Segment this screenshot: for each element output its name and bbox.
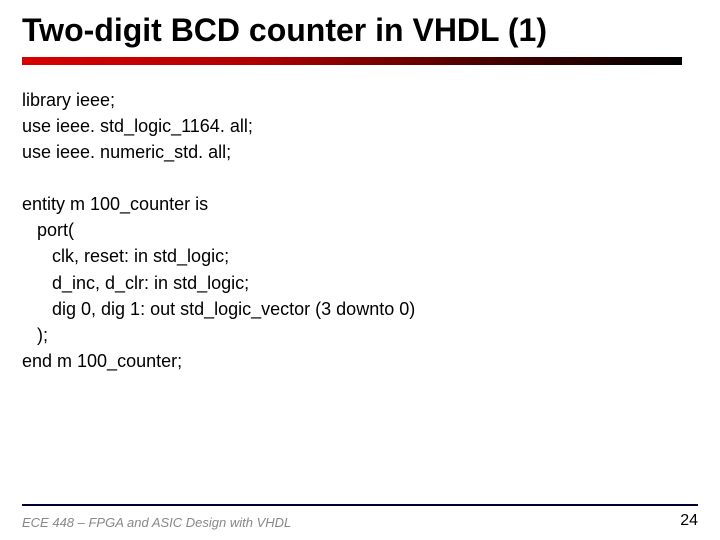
code-line: clk, reset: in std_logic; (22, 243, 698, 269)
code-block: library ieee; use ieee. std_logic_1164. … (22, 87, 698, 374)
code-line: dig 0, dig 1: out std_logic_vector (3 do… (22, 296, 698, 322)
footer-text: ECE 448 – FPGA and ASIC Design with VHDL (22, 515, 291, 530)
code-line: end m 100_counter; (22, 348, 698, 374)
code-line: ); (22, 322, 698, 348)
title-underline (22, 57, 682, 65)
blank-line (22, 165, 698, 191)
code-line: entity m 100_counter is (22, 191, 698, 217)
slide: Two-digit BCD counter in VHDL (1) librar… (0, 0, 720, 540)
footer-divider (22, 504, 698, 506)
code-line: library ieee; (22, 87, 698, 113)
code-line: use ieee. numeric_std. all; (22, 139, 698, 165)
page-number: 24 (680, 512, 698, 530)
code-line: d_inc, d_clr: in std_logic; (22, 270, 698, 296)
slide-title: Two-digit BCD counter in VHDL (1) (22, 12, 698, 49)
code-line: use ieee. std_logic_1164. all; (22, 113, 698, 139)
code-line: port( (22, 217, 698, 243)
footer: ECE 448 – FPGA and ASIC Design with VHDL… (22, 512, 698, 530)
